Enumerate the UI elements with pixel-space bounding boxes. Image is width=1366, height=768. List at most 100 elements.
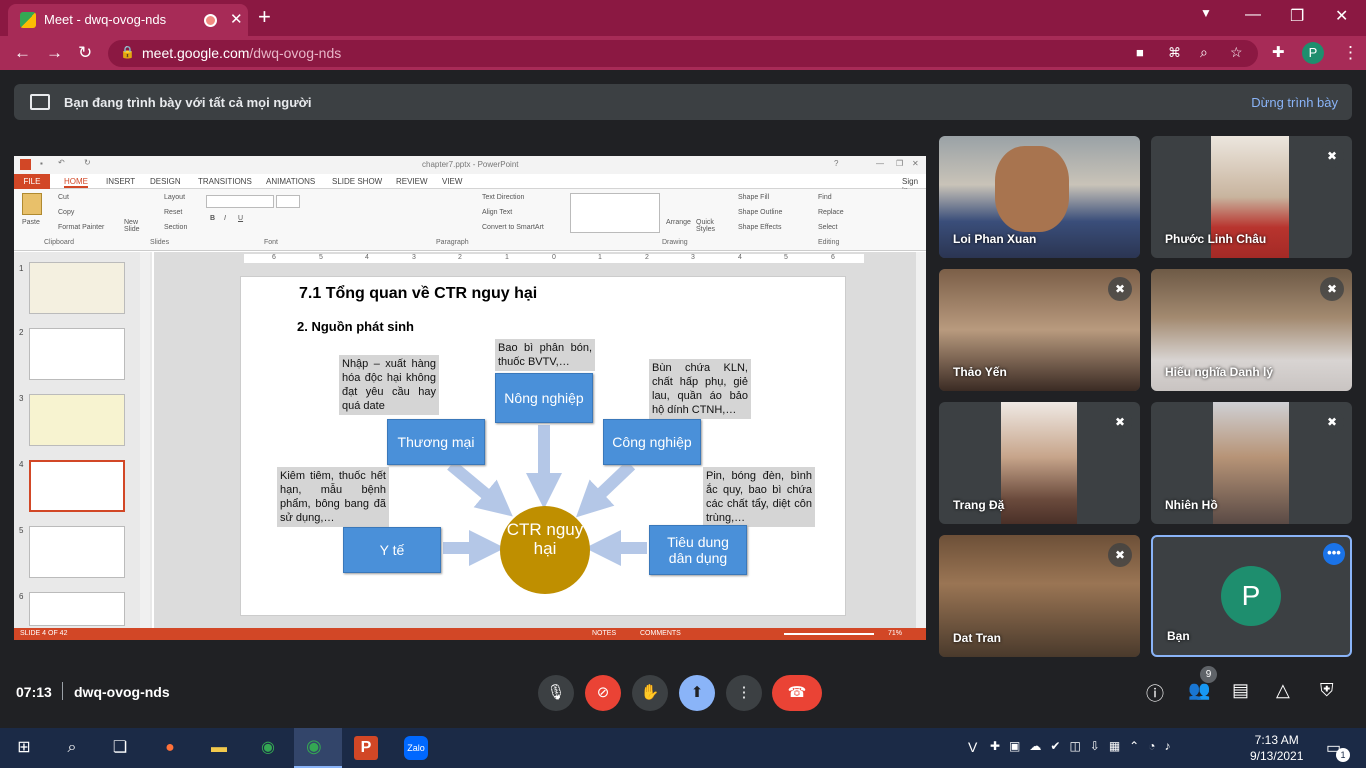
ppt-tab-file[interactable]: FILE [14, 174, 50, 189]
note-y-te[interactable]: Kiêm tiêm, thuốc hết hạn, mẫu bệnh phẩm,… [277, 467, 389, 527]
undo-icon[interactable]: ↶ [58, 158, 65, 167]
zoom-slider[interactable] [784, 633, 874, 635]
powerpoint-icon[interactable]: P [354, 736, 378, 760]
note-tieu-dung[interactable]: Pin, bóng đèn, bình ắc quy, bao bì chứa … [703, 467, 815, 527]
ppt-restore-icon[interactable]: ❐ [896, 159, 903, 168]
comments-button[interactable]: COMMENTS [640, 630, 681, 637]
slide-subtitle[interactable]: 2. Nguồn phát sinh [297, 319, 414, 334]
participant-tile[interactable]: ✖ Phước Linh Châu [1151, 136, 1352, 258]
bookmark-star-icon[interactable]: ☆ [1230, 44, 1243, 61]
participant-tile[interactable]: ✖ Trang Đặ [939, 402, 1140, 524]
select-button[interactable]: Select [818, 224, 837, 231]
browser-tab[interactable]: Meet - dwq-ovog-nds ✕ [8, 4, 248, 36]
layout-button[interactable]: Layout [164, 194, 185, 201]
self-tile[interactable]: P ••• Bạn [1151, 535, 1352, 657]
lock-icon[interactable]: 🔒 [120, 45, 135, 59]
ppt-tab-animations[interactable]: ANIMATIONS [266, 177, 315, 186]
present-button[interactable]: ⬆ [679, 675, 715, 711]
participant-tile[interactable]: Loi Phan Xuan [939, 136, 1140, 258]
text-direction-button[interactable]: Text Direction [482, 194, 524, 201]
center-circle-ctr[interactable]: CTR nguy hại [500, 506, 590, 594]
slide-thumbnail[interactable] [29, 328, 125, 380]
shape-effects-button[interactable]: Shape Effects [738, 224, 781, 231]
zoom-level[interactable]: 71% [888, 630, 902, 637]
translate-icon[interactable]: ⌘ [1168, 45, 1181, 61]
slide[interactable]: 7.1 Tổng quan về CTR nguy hại 2. Nguồn p… [240, 276, 846, 616]
ppt-tab-home[interactable]: HOME [64, 177, 88, 188]
bold-button[interactable]: B [210, 215, 215, 222]
chrome-icon[interactable]: ◉ [256, 736, 280, 760]
more-options-icon[interactable]: ••• [1323, 543, 1345, 565]
participant-tile[interactable]: ✖ Hiếu nghĩa Danh lý [1151, 269, 1352, 391]
tab-search-icon[interactable]: ▼ [1200, 6, 1212, 20]
font-name-field[interactable] [206, 195, 274, 208]
meeting-details-icon[interactable]: ⓘ [1146, 680, 1164, 706]
copy-button[interactable]: Copy [58, 209, 74, 216]
more-options-button[interactable]: ⋮ [726, 675, 762, 711]
slide-title[interactable]: 7.1 Tổng quan về CTR nguy hại [299, 285, 537, 303]
host-controls-icon[interactable]: ⛨ [1320, 680, 1334, 701]
slide-thumbnail[interactable] [29, 526, 125, 578]
underline-button[interactable]: U [238, 215, 243, 222]
format-painter-button[interactable]: Format Painter [58, 224, 104, 231]
ppt-tab-view[interactable]: VIEW [442, 177, 462, 186]
back-icon[interactable]: ← [14, 43, 31, 63]
section-button[interactable]: Section [164, 224, 187, 231]
reload-icon[interactable]: ↻ [78, 43, 92, 63]
windows-start-icon[interactable]: ⊞ [12, 736, 36, 760]
quick-styles-button[interactable]: Quick Styles [696, 219, 720, 233]
ppt-minimize-icon[interactable]: — [876, 159, 884, 168]
box-y-te[interactable]: Y tế [343, 527, 441, 573]
participant-tile[interactable]: ✖ Nhiên Hồ [1151, 402, 1352, 524]
note-thuong-mai[interactable]: Nhập – xuất hàng hóa độc hại không đạt y… [339, 355, 439, 415]
note-nong-nghiep[interactable]: Bao bì phân bón, thuốc BVTV,… [495, 339, 595, 371]
paste-button[interactable]: Paste [22, 219, 40, 226]
search-icon[interactable]: ⌕ [60, 736, 84, 760]
redo-icon[interactable]: ↻ [84, 158, 91, 167]
input-language[interactable]: V [968, 739, 977, 755]
camera-in-use-icon[interactable]: ■ [1136, 45, 1144, 60]
find-button[interactable]: Find [818, 194, 832, 201]
taskbar-clock[interactable]: 7:13 AM 9/13/2021 [1250, 732, 1303, 764]
taskbar-active-app[interactable]: ◉ [294, 728, 342, 768]
chat-icon[interactable]: ▤ [1232, 680, 1249, 701]
convert-smartart-button[interactable]: Convert to SmartArt [482, 224, 544, 231]
stop-presenting-button[interactable]: Dừng trình bày [1251, 95, 1338, 110]
cut-button[interactable]: Cut [58, 194, 69, 201]
people-icon[interactable]: 👥 [1188, 680, 1210, 701]
arrange-button[interactable]: Arrange [666, 219, 691, 226]
ppt-tab-insert[interactable]: INSERT [106, 177, 135, 186]
new-tab-button[interactable]: + [258, 4, 271, 30]
align-text-button[interactable]: Align Text [482, 209, 512, 216]
notes-button[interactable]: NOTES [592, 630, 616, 637]
slide-thumbnail[interactable] [29, 592, 125, 626]
system-tray-icons[interactable]: ✚▣☁✔◫⇩▦⌃◔♪ [990, 739, 1179, 753]
browser-menu-icon[interactable]: ⋮ [1342, 43, 1359, 63]
camera-off-button[interactable]: ⊘ [585, 675, 621, 711]
omnibox[interactable]: 🔒 meet.google.com/dwq-ovog-nds ■ ⌘ ⌕ ☆ [108, 40, 1258, 67]
shape-outline-button[interactable]: Shape Outline [738, 209, 782, 216]
font-size-field[interactable] [276, 195, 300, 208]
ppt-close-icon[interactable]: ✕ [912, 159, 919, 168]
shapes-gallery[interactable] [570, 193, 660, 233]
profile-avatar[interactable]: P [1302, 42, 1324, 64]
firefox-icon[interactable]: ● [158, 736, 182, 760]
italic-button[interactable]: I [224, 215, 226, 222]
ppt-tab-transitions[interactable]: TRANSITIONS [198, 177, 252, 186]
ppt-tab-design[interactable]: DESIGN [150, 177, 181, 186]
slide-thumbnail[interactable] [29, 262, 125, 314]
forward-icon[interactable]: → [46, 43, 63, 63]
quick-save-icon[interactable]: ▪ [40, 159, 43, 168]
replace-button[interactable]: Replace [818, 209, 844, 216]
zalo-icon[interactable]: Zalo [404, 736, 428, 760]
box-cong-nghiep[interactable]: Công nghiệp [603, 419, 701, 465]
zoom-icon[interactable]: ⌕ [1200, 44, 1208, 61]
ppt-tab-slideshow[interactable]: SLIDE SHOW [332, 177, 382, 186]
close-window-button[interactable]: ✕ [1335, 6, 1348, 26]
slide-thumbnail[interactable] [29, 394, 125, 446]
canvas-scrollbar[interactable] [916, 252, 926, 628]
ppt-help-icon[interactable]: ? [834, 159, 838, 168]
new-slide-button[interactable]: New Slide [124, 219, 150, 233]
slide-thumbnail-selected[interactable] [29, 460, 125, 512]
box-tieu-dung[interactable]: Tiêu dung dân dụng [649, 525, 747, 575]
